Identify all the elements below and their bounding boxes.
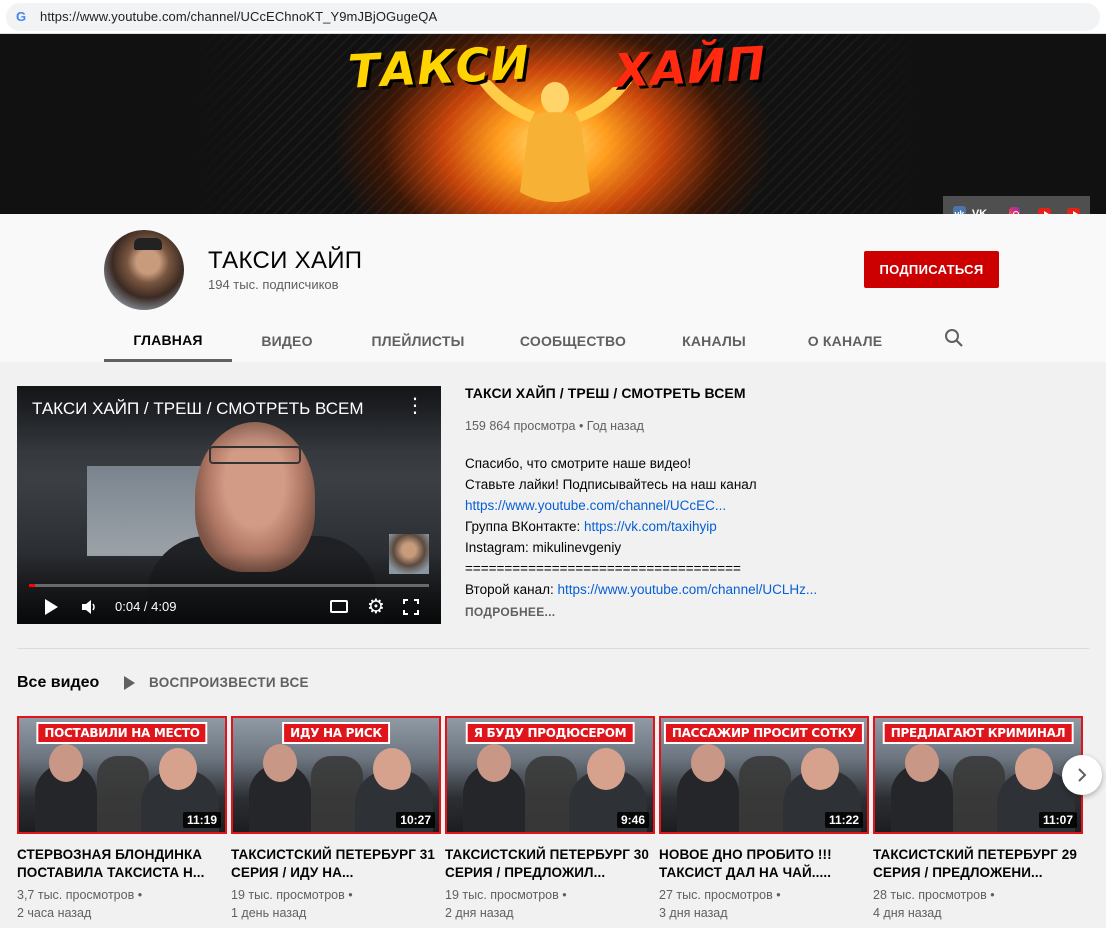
next-arrow-button[interactable] [1062, 755, 1102, 795]
progress-fill [29, 584, 36, 587]
volume-icon[interactable] [81, 599, 97, 615]
tab-home[interactable]: ГЛАВНАЯ [104, 320, 232, 362]
section-divider [17, 648, 1089, 649]
video-duration: 9:46 [616, 812, 649, 828]
channel-header: ТАКСИ ХАЙП 194 тыс. подписчиков ПОДПИСАТ… [0, 214, 1106, 362]
featured-video-meta: 159 864 просмотра • Год назад [465, 419, 644, 433]
instagram-icon[interactable] [1009, 207, 1021, 214]
video-thumbnail[interactable]: ПРЕДЛАГАЮТ КРИМИНАЛ 11:07 [873, 716, 1083, 834]
video-duration: 10:27 [396, 812, 435, 828]
thumbnail-caption: Я БУДУ ПРОДЮСЕРОМ [465, 722, 635, 744]
video-thumbnail[interactable]: ПОСТАВИЛИ НА МЕСТО 11:19 [17, 716, 227, 834]
desc-channel-link[interactable]: https://www.youtube.com/channel/UCcEC... [465, 498, 726, 513]
video-title[interactable]: СТЕРВОЗНАЯ БЛОНДИНКА ПОСТАВИЛА ТАКСИСТА … [17, 846, 227, 882]
desc-second-channel-link[interactable]: https://www.youtube.com/channel/UCLHz... [557, 582, 817, 597]
video-card[interactable]: ПОСТАВИЛИ НА МЕСТО 11:19 СТЕРВОЗНАЯ БЛОН… [17, 716, 227, 922]
video-thumbnail[interactable]: ПАССАЖИР ПРОСИТ СОТКУ 11:22 [659, 716, 869, 834]
show-more-button[interactable]: ПОДРОБНЕЕ... [465, 605, 555, 619]
tab-videos[interactable]: ВИДЕО [232, 320, 342, 362]
video-thumbnail[interactable]: ИДУ НА РИСК 10:27 [231, 716, 441, 834]
tab-community[interactable]: СООБЩЕСТВО [494, 320, 652, 362]
video-title[interactable]: ТАКСИСТСКИЙ ПЕТЕРБУРГ 29 СЕРИЯ / ПРЕДЛОЖ… [873, 846, 1083, 882]
featured-video-title[interactable]: ТАКСИ ХАЙП / ТРЕШ / СМОТРЕТЬ ВСЕМ [465, 385, 746, 401]
banner-social-links: vk VK [943, 196, 1090, 214]
thumbnail-caption: ИДУ НА РИСК [282, 722, 390, 744]
video-meta: 19 тыс. просмотров • 1 день назад [231, 888, 353, 920]
channel-tabs: ГЛАВНАЯ ВИДЕО ПЛЕЙЛИСТЫ СООБЩЕСТВО КАНАЛ… [104, 320, 914, 362]
featured-video-description: Спасибо, что смотрите наше видео! Ставьт… [465, 456, 818, 597]
url-field[interactable]: G https://www.youtube.com/channel/UCcECh… [6, 2, 1100, 31]
tab-playlists[interactable]: ПЛЕЙЛИСТЫ [342, 320, 494, 362]
video-meta: 19 тыс. просмотров • 2 дня назад [445, 888, 567, 920]
video-duration: 11:07 [1038, 812, 1077, 828]
video-card[interactable]: ПРЕДЛАГАЮТ КРИМИНАЛ 11:07 ТАКСИСТСКИЙ ПЕ… [873, 716, 1083, 922]
video-thumbnail[interactable]: Я БУДУ ПРОДЮСЕРОМ 9:46 [445, 716, 655, 834]
video-title[interactable]: НОВОЕ ДНО ПРОБИТО !!! ТАКСИСТ ДАЛ НА ЧАЙ… [659, 846, 869, 882]
tab-about[interactable]: О КАНАЛЕ [776, 320, 914, 362]
video-title[interactable]: ТАКСИСТСКИЙ ПЕТЕРБУРГ 30 СЕРИЯ / ПРЕДЛОЖ… [445, 846, 655, 882]
desc-vk-link[interactable]: https://vk.com/taxihyip [584, 519, 717, 534]
video-title[interactable]: ТАКСИСТСКИЙ ПЕТЕРБУРГ 31 СЕРИЯ / ИДУ НА.… [231, 846, 441, 882]
search-icon[interactable] [944, 328, 964, 348]
thumbnail-caption: ПАССАЖИР ПРОСИТ СОТКУ [663, 722, 865, 744]
banner-title-left: ТАКСИ [346, 35, 532, 99]
thumbnail-caption: ПОСТАВИЛИ НА МЕСТО [36, 722, 208, 744]
chevron-right-icon [1078, 768, 1087, 782]
channel-name: ТАКСИ ХАЙП [208, 247, 363, 274]
url-text[interactable]: https://www.youtube.com/channel/UCcEChno… [40, 9, 437, 24]
video-card[interactable]: ИДУ НА РИСК 10:27 ТАКСИСТСКИЙ ПЕТЕРБУРГ … [231, 716, 441, 922]
video-card[interactable]: Я БУДУ ПРОДЮСЕРОМ 9:46 ТАКСИСТСКИЙ ПЕТЕР… [445, 716, 655, 922]
thumbnail-caption: ПРЕДЛАГАЮТ КРИМИНАЛ [882, 722, 1074, 744]
subtitles-icon[interactable] [330, 600, 348, 613]
gear-icon[interactable]: ⚙ [367, 597, 385, 617]
video-duration: 11:19 [182, 812, 221, 828]
section-title[interactable]: Все видео [17, 674, 99, 692]
play-icon [124, 675, 135, 690]
more-vert-icon[interactable]: ⋮ [405, 396, 425, 416]
video-card[interactable]: ПАССАЖИР ПРОСИТ СОТКУ 11:22 НОВОЕ ДНО ПР… [659, 716, 869, 922]
play-icon[interactable] [45, 599, 58, 615]
player-controls: 0:04 / 4:09 ⚙ [17, 592, 441, 624]
featured-video-player[interactable]: ТАКСИ ХАЙП / ТРЕШ / СМОТРЕТЬ ВСЕМ ⋮ 0:04… [17, 386, 441, 624]
video-duration: 11:22 [824, 812, 863, 828]
play-all-button[interactable]: ВОСПРОИЗВЕСТИ ВСЕ [124, 675, 309, 690]
google-icon: G [16, 8, 27, 24]
video-meta: 27 тыс. просмотров • 3 дня назад [659, 888, 781, 920]
video-meta: 28 тыс. просмотров • 4 дня назад [873, 888, 995, 920]
browser-address-bar: G https://www.youtube.com/channel/UCcECh… [0, 0, 1106, 34]
fullscreen-icon[interactable] [403, 599, 419, 615]
player-time: 0:04 / 4:09 [115, 599, 177, 614]
vk-icon[interactable]: vk [953, 206, 966, 214]
channel-banner: ТАКСИ ХАЙП vk VK [0, 34, 1106, 214]
subscribe-button[interactable]: ПОДПИСАТЬСЯ [864, 251, 999, 288]
subscriber-count: 194 тыс. подписчиков [208, 277, 339, 292]
channel-watermark[interactable] [389, 534, 429, 574]
tab-channels[interactable]: КАНАЛЫ [652, 320, 776, 362]
progress-bar[interactable] [29, 584, 429, 587]
channel-avatar[interactable] [104, 230, 184, 310]
player-overlay-title[interactable]: ТАКСИ ХАЙП / ТРЕШ / СМОТРЕТЬ ВСЕМ [32, 399, 364, 419]
video-meta: 3,7 тыс. просмотров • 2 часа назад [17, 888, 143, 920]
banner-title-right: ХАЙП [612, 36, 768, 98]
